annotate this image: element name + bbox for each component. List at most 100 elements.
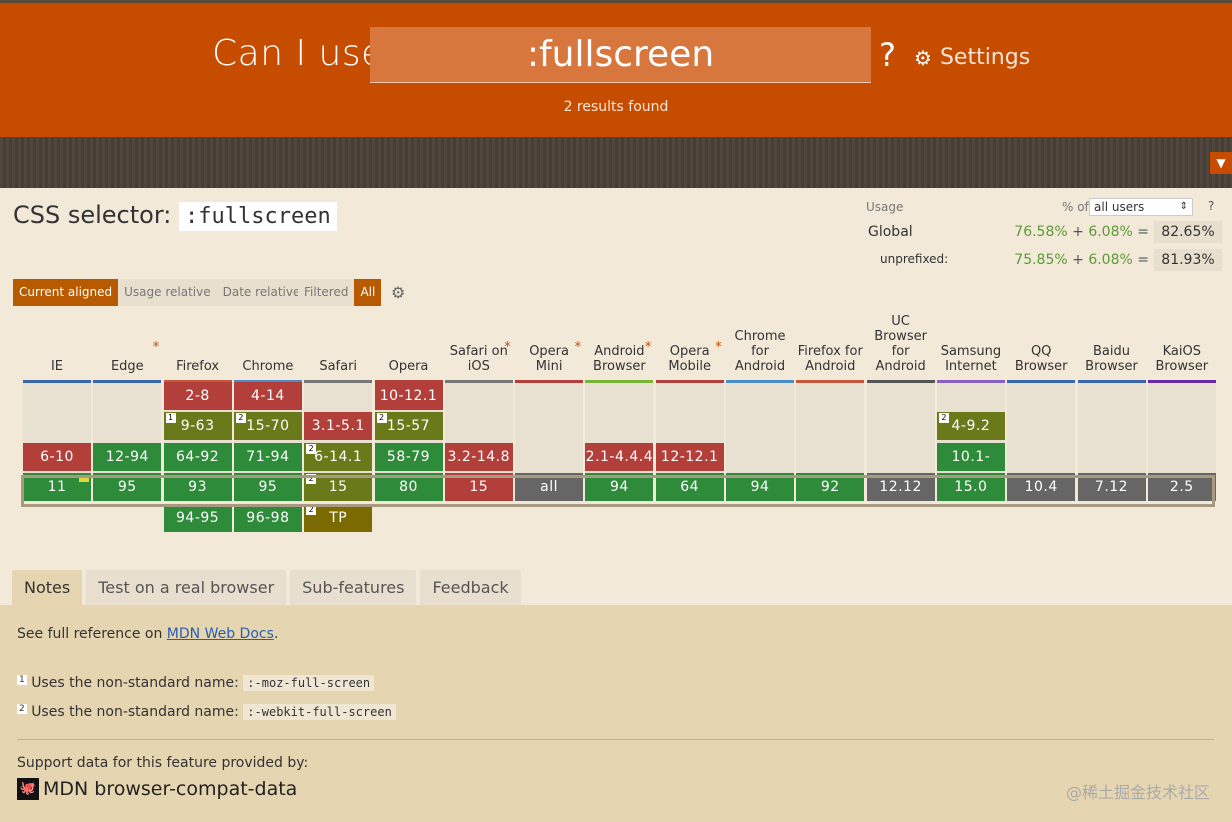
support-cell[interactable]: 71-94 <box>233 443 302 471</box>
support-cell[interactable]: 6-10 <box>23 443 91 471</box>
browser-header[interactable]: Opera Mini * <box>515 318 583 380</box>
support-cell[interactable]: 3.2-14.8 <box>444 443 513 471</box>
browser-header[interactable]: Edge * <box>93 318 161 380</box>
browser-name: Samsung Internet <box>940 344 1002 374</box>
search-input[interactable] <box>370 27 871 83</box>
version-range: 12-12.1 <box>660 449 719 465</box>
unprefixed-supported: 75.85% <box>1014 252 1068 268</box>
tab-notes[interactable]: Notes <box>12 570 83 606</box>
support-cell[interactable]: 15-57 2 <box>374 412 443 440</box>
search-help-link[interactable]: ? <box>879 36 896 74</box>
usage-relative-button[interactable]: Usage relative <box>118 279 217 306</box>
browser-header[interactable]: Opera <box>375 318 443 380</box>
users-select[interactable]: all users ⇕ <box>1089 198 1193 216</box>
browser-name: IE <box>50 359 64 374</box>
browser-name: Opera <box>388 359 429 374</box>
settings-link[interactable]: ⚙ Settings <box>914 45 1030 70</box>
browser-name: Safari <box>319 359 358 374</box>
site-brand[interactable]: Can I use <box>212 33 384 74</box>
info-tabs: Notes Test on a real browser Sub-feature… <box>12 570 525 606</box>
browser-name: Android Browser <box>593 344 646 374</box>
support-cell[interactable]: 58-79 <box>374 443 443 471</box>
global-total: 82.65% <box>1154 221 1222 243</box>
browser-name: Baidu Browser <box>1085 344 1138 374</box>
support-cell[interactable]: 12-94 <box>93 443 162 471</box>
browser-header[interactable]: Safari <box>304 318 372 380</box>
equals-sign: = <box>1137 224 1149 240</box>
filter-icon[interactable]: ▼ <box>1210 152 1232 174</box>
usage-help-link[interactable]: ? <box>1208 199 1214 213</box>
support-cell[interactable]: 4-9.2 2 <box>936 412 1005 440</box>
filtered-button[interactable]: Filtered <box>298 279 355 306</box>
browser-name: Safari on iOS <box>449 344 508 374</box>
browser-header[interactable]: IE <box>23 318 91 380</box>
footnote-number: 2 <box>17 704 27 714</box>
browser-header[interactable]: Safari on iOS * <box>445 318 513 380</box>
support-cell[interactable]: 2.1-4.4.4 <box>585 443 654 471</box>
browser-header[interactable]: KaiOS Browser <box>1148 318 1216 380</box>
browser-header[interactable]: Opera Mobile * <box>656 318 724 380</box>
support-cell[interactable]: 15-70 2 <box>233 412 302 440</box>
tab-sub-features[interactable]: Sub-features <box>290 570 417 606</box>
support-cell[interactable]: 10-12.1 <box>374 382 443 410</box>
mdn-compat-data-link[interactable]: 🐙 MDN browser-compat-data <box>17 778 297 800</box>
version-range: 71-94 <box>246 449 290 465</box>
gear-icon[interactable]: ⚙ <box>391 283 405 302</box>
support-cell[interactable]: 10.1-14.0 <box>936 443 1005 493</box>
browser-header[interactable]: Chrome <box>234 318 302 380</box>
pct-of-label: % of <box>1062 200 1089 214</box>
support-cell[interactable]: 3.1-5.1 <box>304 412 373 440</box>
plus-sign: + <box>1072 224 1084 240</box>
unprefixed-partial: 6.08% <box>1088 252 1133 268</box>
mdn-web-docs-link[interactable]: MDN Web Docs <box>167 626 274 642</box>
tab-feedback[interactable]: Feedback <box>420 570 521 606</box>
version-range: 9-63 <box>180 418 215 434</box>
browser-header[interactable]: Firefox for Android <box>796 318 864 380</box>
note-number: 2 <box>306 444 317 454</box>
version-range: 94-95 <box>176 510 220 526</box>
global-partial: 6.08% <box>1088 224 1133 240</box>
feature-name: :fullscreen <box>179 202 337 231</box>
browser-header[interactable]: Samsung Internet <box>937 318 1005 380</box>
browser-name: KaiOS Browser <box>1155 344 1209 374</box>
divider <box>17 739 1214 740</box>
support-cell[interactable]: 9-63 1 <box>163 412 232 440</box>
support-cell[interactable]: 6-14.1 2 <box>304 443 373 471</box>
usage-unprefixed-row: unprefixed: 75.85% + 6.08% = 81.93% <box>866 249 1222 271</box>
browser-header[interactable]: Baidu Browser <box>1078 318 1146 380</box>
support-cell[interactable]: 96-98 <box>233 504 302 532</box>
usage-global-row: Global 76.58% + 6.08% = 82.65% <box>866 221 1222 243</box>
unprefixed-label: unprefixed: <box>880 252 949 266</box>
reference-line: See full reference on MDN Web Docs. <box>17 626 278 642</box>
asterisk-icon: * <box>504 340 511 355</box>
browser-header[interactable]: Chrome for Android <box>726 318 794 380</box>
asterisk-icon: * <box>574 340 582 355</box>
notes-panel: See full reference on MDN Web Docs. 1 Us… <box>0 605 1232 822</box>
browser-header[interactable]: Firefox <box>164 318 232 380</box>
support-cell[interactable]: 12-12.1 <box>655 443 724 471</box>
support-cell[interactable]: 4-14 <box>233 382 302 410</box>
support-cell[interactable]: 64-92 <box>163 443 232 471</box>
version-range: 2-8 <box>185 388 210 404</box>
all-button[interactable]: All <box>354 279 382 306</box>
feature-kind: CSS selector: <box>13 201 172 229</box>
unprefixed-total: 81.93% <box>1154 249 1222 271</box>
global-label: Global <box>868 224 913 240</box>
browser-header[interactable]: QQ Browser <box>1007 318 1075 380</box>
browser-name: Opera Mobile <box>668 344 712 374</box>
browser-name: UC Browser for Android <box>874 314 927 374</box>
browser-header[interactable]: Android Browser * <box>585 318 653 380</box>
browser-name: Edge <box>110 359 144 374</box>
reference-prefix: See full reference on <box>17 626 163 642</box>
support-cell[interactable]: 2-8 <box>163 382 232 410</box>
header-bar: Can I use ? ⚙ Settings 2 results found <box>0 0 1232 137</box>
asterisk-icon: * <box>152 340 160 355</box>
date-relative-button[interactable]: Date relative <box>216 279 307 306</box>
note-number: 2 <box>376 413 387 423</box>
current-aligned-button[interactable]: Current aligned <box>13 279 119 306</box>
support-cell[interactable]: 94-95 <box>163 504 232 532</box>
support-cell[interactable]: TP 2 <box>304 504 373 532</box>
browser-header[interactable]: UC Browser for Android <box>867 314 935 380</box>
asterisk-icon: * <box>644 340 652 355</box>
tab-test-on-real-browser[interactable]: Test on a real browser <box>86 570 287 606</box>
